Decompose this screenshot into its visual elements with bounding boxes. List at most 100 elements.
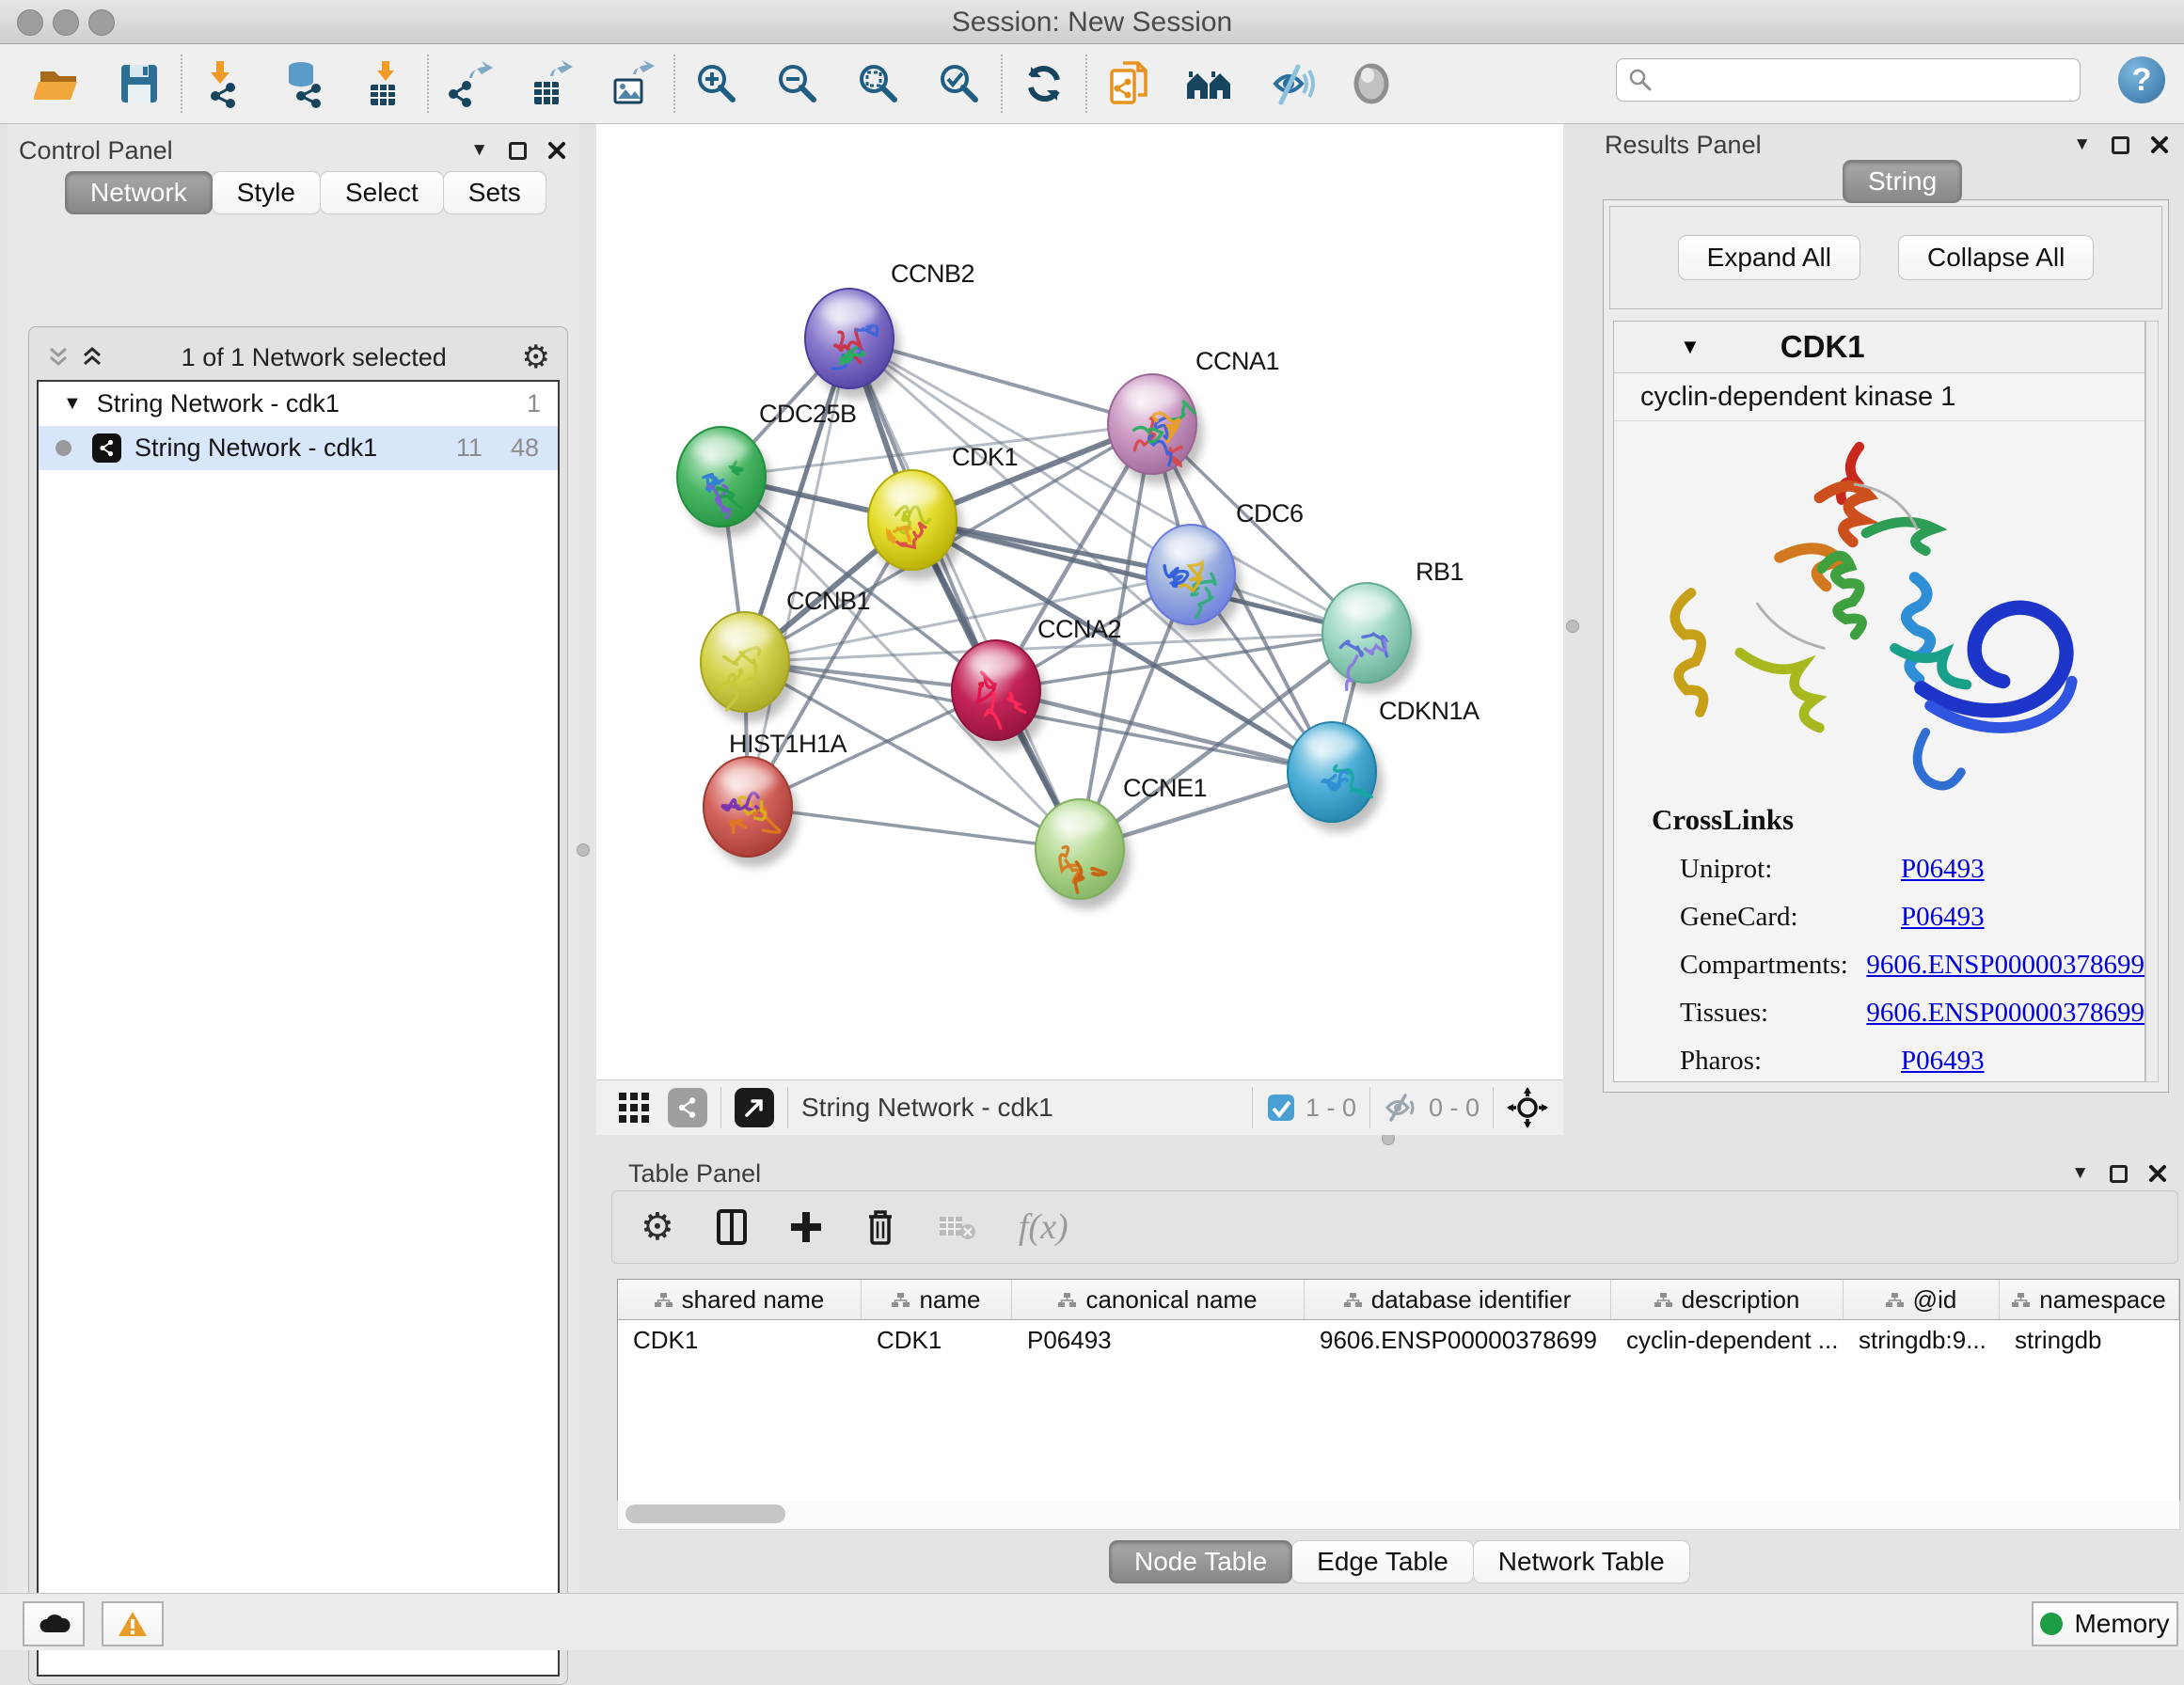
fit-selected-crosshair-icon[interactable]	[1507, 1087, 1548, 1128]
table-options-gear-icon[interactable]: ⚙	[641, 1208, 674, 1246]
network-collection-row[interactable]: ▼ String Network - cdk1 1	[39, 382, 558, 426]
column-header-namespace[interactable]: namespace	[2000, 1280, 2179, 1319]
search-field[interactable]	[1616, 58, 2081, 102]
column-header-description[interactable]: description	[1611, 1280, 1844, 1319]
tab-style[interactable]: Style	[212, 171, 321, 214]
column-header-database-identifier[interactable]: database identifier	[1305, 1280, 1611, 1319]
export-image-icon[interactable]	[606, 57, 658, 110]
table-row[interactable]: CDK1CDK1P064939606.ENSP00000378699cyclin…	[618, 1320, 2179, 1360]
column-header-name[interactable]: name	[862, 1280, 1012, 1319]
import-table-icon[interactable]	[359, 57, 412, 110]
control-panel-float-icon[interactable]	[509, 142, 527, 160]
tab-edge-table[interactable]: Edge Table	[1291, 1540, 1474, 1583]
zoom-out-icon[interactable]	[771, 57, 824, 110]
network-options-gear-icon[interactable]: ⚙	[522, 341, 550, 373]
show-panels-icon[interactable]	[1345, 57, 1398, 110]
hide-panels-icon[interactable]	[1264, 57, 1317, 110]
save-session-icon[interactable]	[113, 57, 166, 110]
delete-column-icon[interactable]	[864, 1208, 896, 1246]
right-splitter-handle[interactable]	[1566, 620, 1579, 633]
node-label-cdk1: CDK1	[952, 443, 1018, 471]
crosslink-link[interactable]: P06493	[1901, 854, 1985, 885]
help-button[interactable]: ?	[2118, 56, 2165, 103]
export-network-icon[interactable]	[444, 57, 497, 110]
open-session-icon[interactable]	[32, 57, 85, 110]
table-hscrollbar[interactable]	[617, 1501, 2180, 1530]
network-row-selected[interactable]: String Network - cdk1 11 48	[39, 426, 558, 470]
memory-button[interactable]: Memory	[2032, 1601, 2178, 1646]
collapse-all-button[interactable]: Collapse All	[1898, 235, 2094, 280]
hidden-eye-icon[interactable]	[1384, 1094, 1419, 1122]
tab-string[interactable]: String	[1843, 160, 1962, 203]
tab-sets[interactable]: Sets	[443, 171, 546, 214]
network-badge-icon[interactable]	[668, 1088, 707, 1127]
import-network-icon[interactable]	[198, 57, 250, 110]
delete-table-icon[interactable]	[938, 1213, 977, 1241]
zoom-fit-icon[interactable]	[852, 57, 905, 110]
control-panel: Control Panel ▼ NetworkStyleSelectSets 1…	[8, 124, 579, 1593]
table-cell[interactable]: cyclin-dependent ...	[1611, 1320, 1844, 1360]
results-scrollbar[interactable]	[2145, 321, 2159, 1082]
tab-node-table[interactable]: Node Table	[1109, 1540, 1292, 1583]
add-column-icon[interactable]	[789, 1210, 823, 1244]
zoom-selected-icon[interactable]	[933, 57, 986, 110]
zoom-in-icon[interactable]	[690, 57, 743, 110]
grid-view-icon[interactable]	[617, 1091, 651, 1125]
export-table-icon[interactable]	[525, 57, 578, 110]
network-node-ccnb2[interactable]: CCNB2	[805, 260, 974, 399]
crosslink-link[interactable]: P06493	[1901, 1046, 1985, 1077]
show-columns-icon[interactable]	[716, 1208, 748, 1246]
expand-all-icon[interactable]	[78, 343, 106, 371]
crosslink-link[interactable]: P06493	[1901, 902, 1985, 933]
table-cell[interactable]: CDK1	[862, 1320, 1012, 1360]
collapse-all-icon[interactable]	[44, 343, 72, 371]
import-network-from-database-icon[interactable]	[278, 57, 331, 110]
table-cell[interactable]: stringdb	[2000, 1320, 2179, 1360]
column-header-shared-name[interactable]: shared name	[618, 1280, 862, 1319]
network-node-ccne1[interactable]: CCNE1	[1036, 774, 1207, 909]
network-node-ccnb1[interactable]: CCNB1	[701, 587, 870, 722]
results-panel-float-icon[interactable]	[2112, 136, 2129, 154]
table-cell[interactable]: CDK1	[618, 1320, 862, 1360]
tab-network-table[interactable]: Network Table	[1473, 1540, 1690, 1583]
crosslink-link[interactable]: 9606.ENSP00000378699	[1866, 950, 2144, 981]
results-panel-close-icon[interactable]	[2150, 135, 2169, 154]
warning-status-button[interactable]	[102, 1601, 164, 1646]
collection-expand-icon[interactable]: ▼	[63, 393, 82, 415]
network-node-hist1h1a[interactable]: HIST1H1A	[704, 730, 847, 867]
control-panel-menu-icon[interactable]: ▼	[470, 140, 488, 161]
network-node-cdkn1a[interactable]: CDKN1A	[1288, 697, 1480, 832]
table-panel-menu-icon[interactable]: ▼	[2071, 1163, 2089, 1184]
cloud-status-button[interactable]	[23, 1601, 85, 1646]
left-splitter-handle[interactable]	[577, 843, 590, 857]
expand-all-button[interactable]: Expand All	[1678, 235, 1860, 280]
tab-select[interactable]: Select	[320, 171, 444, 214]
function-builder-icon[interactable]: f(x)	[1019, 1206, 1068, 1248]
refresh-view-icon[interactable]	[1018, 57, 1070, 110]
table-cell[interactable]: P06493	[1012, 1320, 1305, 1360]
table-panel-close-icon[interactable]	[2148, 1164, 2167, 1183]
open-in-window-icon[interactable]	[735, 1088, 774, 1127]
results-panel-menu-icon[interactable]: ▼	[2073, 134, 2091, 155]
control-panel-close-icon[interactable]	[547, 141, 566, 160]
network-node-ccna1[interactable]: CCNA1	[1108, 347, 1279, 484]
node-table[interactable]: shared namenamecanonical namedatabase id…	[617, 1279, 2180, 1503]
network-node-ccna2[interactable]: CCNA2	[952, 615, 1121, 750]
table-hscrollbar-thumb[interactable]	[625, 1504, 785, 1523]
clone-network-icon[interactable]	[1102, 57, 1155, 110]
network-node-cdc25b[interactable]: CDC25B	[677, 400, 857, 537]
network-canvas[interactable]: CCNB2CCNA1CDC25BCDK1CDC6RB1CCNB1CCNA2CDK…	[596, 124, 1563, 1079]
search-input[interactable]	[1653, 65, 2051, 96]
column-header-canonical-name[interactable]: canonical name	[1012, 1280, 1305, 1319]
table-cell[interactable]: 9606.ENSP00000378699	[1305, 1320, 1611, 1360]
tab-network[interactable]: Network	[65, 171, 213, 214]
column-header--id[interactable]: @id	[1844, 1280, 2000, 1319]
crosslink-link[interactable]: 9606.ENSP00000378699	[1866, 998, 2144, 1029]
table-panel-float-icon[interactable]	[2110, 1165, 2128, 1183]
network-node-rb1[interactable]: RB1	[1322, 558, 1464, 693]
protein-collapse-icon[interactable]: ▼	[1680, 335, 1701, 359]
crosslink-row: Uniprot:P06493	[1680, 854, 2144, 885]
home-icon[interactable]	[1183, 57, 1236, 110]
selected-checkbox-icon[interactable]	[1266, 1093, 1296, 1123]
table-cell[interactable]: stringdb:9...	[1844, 1320, 2000, 1360]
